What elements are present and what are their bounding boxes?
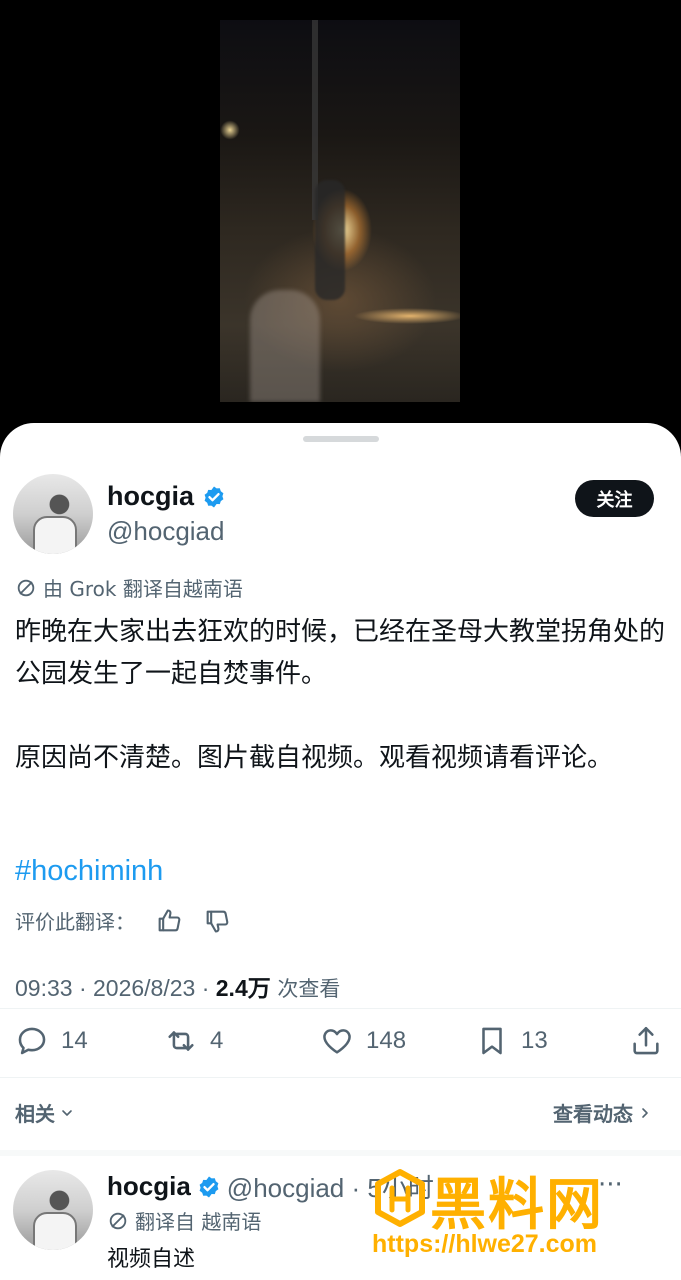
bookmark-count: 13 <box>521 1027 548 1054</box>
verified-badge-icon <box>204 486 224 507</box>
like-button[interactable]: 148 <box>320 1024 406 1058</box>
divider <box>0 1077 681 1078</box>
translate-icon <box>109 1212 127 1229</box>
author-name-row: hocgia <box>107 481 226 512</box>
video-figure-shape <box>250 290 320 402</box>
reply-display-name[interactable]: hocgia <box>107 1171 191 1202</box>
watermark-url: https://hlwe27.com <box>372 1230 598 1258</box>
reply-button[interactable]: 14 <box>15 1024 88 1058</box>
reply-translation-note[interactable]: 翻译自 越南语 <box>107 1206 261 1235</box>
reply-translation-text: 翻译自 越南语 <box>135 1210 262 1234</box>
watermark-logo-icon <box>375 1169 425 1227</box>
heart-icon <box>323 1029 351 1054</box>
translation-note-text: 由 Grok 翻译自越南语 <box>43 577 243 601</box>
thumbs-up-icon[interactable] <box>155 907 183 935</box>
thumbs-down-icon[interactable] <box>203 907 231 935</box>
site-watermark: 黑料网 https://hlwe27.com <box>370 1162 670 1262</box>
tweet-body: 昨晚在大家出去狂欢的时候，已经在圣母大教堂拐角处的公园发生了一起自焚事件。 原因… <box>15 611 665 779</box>
tweet-paragraph: 昨晚在大家出去狂欢的时候，已经在圣母大教堂拐角处的公园发生了一起自焚事件。 <box>15 617 666 689</box>
rate-translation-label: 评价此翻译： <box>15 910 135 934</box>
divider <box>0 1008 681 1009</box>
reply-icon <box>18 1027 46 1055</box>
see-activity-label: 查看动态 <box>553 1102 633 1126</box>
see-activity-link[interactable]: 查看动态 <box>553 1098 653 1127</box>
tweet-paragraph: 原因尚不清楚。图片截自视频。观看视频请看评论。 <box>15 743 614 773</box>
chevron-right-icon <box>642 1107 648 1118</box>
timestamp[interactable]: 09:33 · 2026/8/23 · <box>15 975 216 1001</box>
bookmark-icon <box>482 1027 502 1055</box>
reply-body: 视频自述 <box>107 1247 196 1272</box>
translation-note[interactable]: 由 Grok 翻译自越南语 <box>15 573 243 602</box>
related-toggle[interactable]: 相关 <box>15 1098 75 1127</box>
views-count: 2.4万 <box>215 975 271 1001</box>
reply-avatar[interactable] <box>13 1170 93 1250</box>
author-handle[interactable]: @hocgiad <box>107 516 224 547</box>
share-icon <box>633 1026 659 1055</box>
retweet-button[interactable]: 4 <box>164 1024 223 1058</box>
tweet-meta: 09:33 · 2026/8/23 · 2.4万 次查看 <box>15 969 340 1003</box>
section-separator <box>0 1150 681 1156</box>
watermark-title: 黑料网 <box>430 1173 604 1238</box>
translate-icon <box>17 579 35 596</box>
hashtag-link[interactable]: #hochiminh <box>15 855 163 888</box>
views-label: 次查看 <box>270 977 341 1001</box>
like-count: 148 <box>366 1027 407 1054</box>
media-viewer[interactable] <box>0 0 681 440</box>
chevron-down-icon <box>62 1109 72 1116</box>
share-button[interactable] <box>629 1024 663 1058</box>
video-thumbnail[interactable] <box>220 20 460 402</box>
tweet-sheet: hocgia @hocgiad 关注 由 Grok 翻译自越南语 昨晚在大家出去… <box>0 423 681 1280</box>
verified-badge-icon <box>199 1176 219 1197</box>
video-figure-shape <box>315 180 345 300</box>
reply-count: 14 <box>61 1027 88 1054</box>
related-label: 相关 <box>15 1102 55 1126</box>
retweet-icon <box>168 1031 194 1051</box>
avatar[interactable] <box>13 474 93 554</box>
follow-button[interactable]: 关注 <box>575 480 654 517</box>
retweet-count: 4 <box>210 1027 224 1054</box>
drag-handle[interactable] <box>303 436 379 442</box>
rate-translation-row: 评价此翻译： <box>15 906 231 935</box>
display-name[interactable]: hocgia <box>107 481 194 512</box>
bookmark-button[interactable]: 13 <box>475 1024 548 1058</box>
